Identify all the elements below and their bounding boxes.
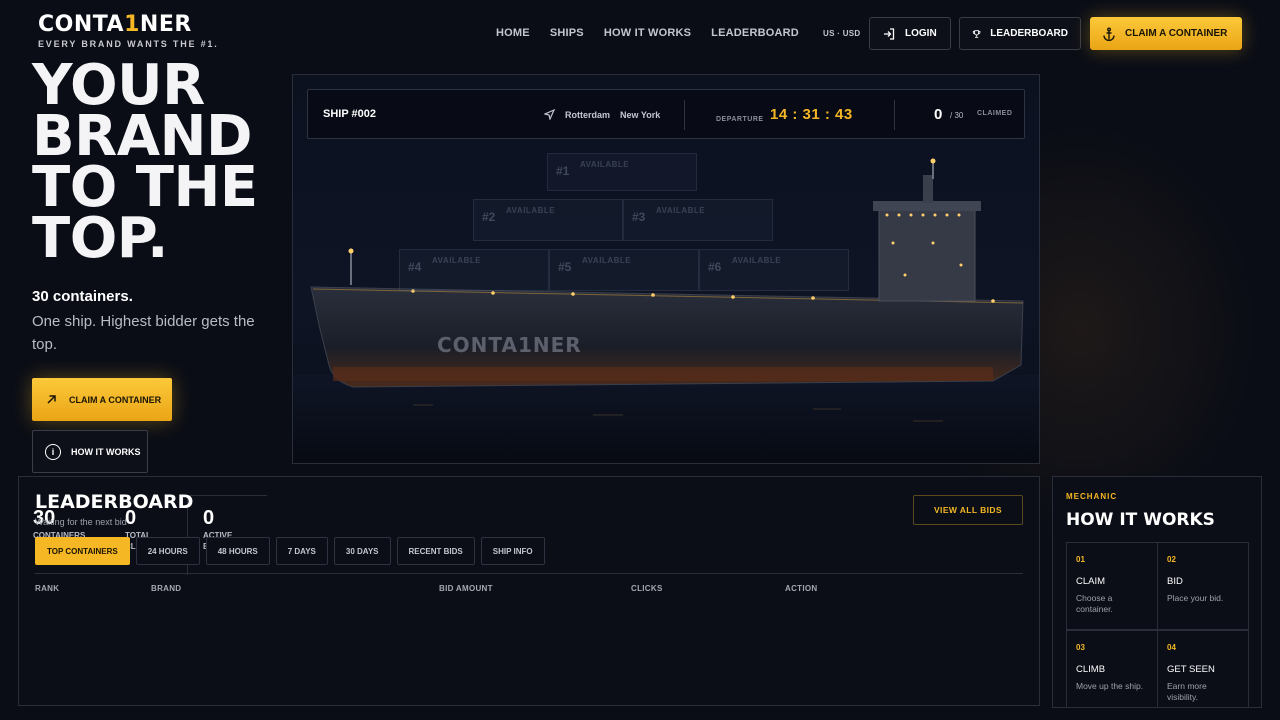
step-title: GET SEEN (1167, 664, 1215, 675)
step-title: BID (1167, 576, 1183, 587)
how-it-works-panel: MECHANIC HOW IT WORKS 01 CLAIM Choose a … (1052, 476, 1262, 708)
slot-status: AVAILABLE (582, 256, 632, 265)
step-number: 02 (1167, 555, 1176, 564)
tab-recent-bids[interactable]: RECENT BIDS (396, 537, 475, 565)
tab-48-hours[interactable]: 48 HOURS (205, 537, 270, 565)
hero-subtitle-bold: 30 containers. (32, 288, 133, 305)
step-title: CLIMB (1076, 664, 1106, 675)
step-description: Choose a container. (1076, 593, 1113, 614)
table-divider (35, 573, 1023, 574)
leaderboard-title: LEADERBOARD (35, 491, 194, 513)
ship-route: Rotterdam New York (544, 109, 660, 120)
departure-label: DEPARTURE (716, 116, 764, 123)
hero-title: YOUR BRAND TO THE TOP. (32, 53, 258, 271)
claim-container-button[interactable]: CLAIM A CONTAINER (1090, 17, 1242, 50)
slot-status: AVAILABLE (656, 206, 706, 215)
tab-7-days[interactable]: 7 DAYS (275, 537, 328, 565)
slot-number: #2 (482, 210, 496, 224)
hero-claim-label: CLAIM A CONTAINER (69, 394, 162, 405)
arrow-up-right-icon (47, 395, 56, 404)
claimed-label: CLAIMED (977, 110, 1013, 117)
leaderboard-button-label: LEADERBOARD (990, 28, 1068, 39)
container-slot[interactable]: #3 AVAILABLE (623, 199, 773, 241)
login-icon (884, 27, 895, 40)
navigation-icon (544, 109, 555, 120)
hero-how-label: HOW IT WORKS (71, 446, 141, 457)
claimed-total: / 30 (950, 111, 964, 120)
slot-status: AVAILABLE (432, 256, 482, 265)
slot-status: AVAILABLE (506, 206, 556, 215)
nav-leaderboard[interactable]: LEADERBOARD (711, 27, 799, 39)
departure-timer: 14 : 31 : 43 (770, 106, 853, 123)
column-brand: BRAND (151, 584, 182, 593)
column-action: ACTION (785, 584, 818, 593)
leaderboard-tabs: TOP CONTAINERS 24 HOURS 48 HOURS 7 DAYS … (35, 537, 545, 565)
logo-wordmark: CONTA1NER (38, 12, 192, 37)
trophy-icon (972, 29, 981, 38)
step-claim: 01 CLAIM Choose a container. (1066, 542, 1158, 630)
container-slot[interactable]: #6 AVAILABLE (699, 249, 849, 291)
logo[interactable]: CONTA1NER EVERY BRAND WANTS THE #1. (38, 12, 219, 49)
step-number: 01 (1076, 555, 1085, 564)
container-slot[interactable]: #5 AVAILABLE (549, 249, 699, 291)
step-bid: 02 BID Place your bid. (1157, 542, 1249, 630)
slot-number: #5 (558, 260, 572, 274)
hero-claim-button[interactable]: CLAIM A CONTAINER (32, 378, 172, 421)
logo-tagline: EVERY BRAND WANTS THE #1. (38, 39, 219, 49)
step-climb: 03 CLIMB Move up the ship. (1066, 630, 1158, 707)
claim-container-label: CLAIM A CONTAINER (1125, 28, 1228, 39)
login-button[interactable]: LOGIN (869, 17, 951, 50)
nav-ships[interactable]: SHIPS (550, 27, 584, 39)
step-title: CLAIM (1076, 576, 1106, 587)
leaderboard-subtitle: Waiting for the next bid (35, 517, 127, 527)
container-slot[interactable]: #4 AVAILABLE (399, 249, 549, 291)
anchor-icon (1103, 27, 1115, 41)
nav-how-it-works[interactable]: HOW IT WORKS (604, 27, 691, 39)
locale-selector[interactable]: US · USD (823, 29, 861, 38)
slot-number: #1 (556, 164, 570, 178)
step-description: Place your bid. (1167, 593, 1224, 603)
tab-24-hours[interactable]: 24 HOURS (135, 537, 200, 565)
step-number: 03 (1076, 643, 1085, 652)
column-rank: RANK (35, 584, 60, 593)
container-slot[interactable]: #2 AVAILABLE (473, 199, 623, 241)
slot-status: AVAILABLE (580, 160, 630, 169)
view-all-bids-button[interactable]: VIEW ALL BIDS (913, 495, 1023, 525)
step-description: Earn more visibility. (1167, 681, 1207, 702)
login-label: LOGIN (905, 28, 937, 39)
route-destination: New York (620, 109, 661, 120)
step-get-seen: 04 GET SEEN Earn more visibility. (1157, 630, 1249, 707)
column-bid-amount: BID AMOUNT (439, 584, 493, 593)
main-nav: HOME SHIPS HOW IT WORKS LEADERBOARD (496, 27, 799, 39)
hull-brand-text: CONTA1NER (437, 333, 582, 357)
ship-info-bar: SHIP #002 Rotterdam New York DEPARTURE 1… (307, 89, 1025, 139)
step-description: Move up the ship. (1076, 681, 1144, 691)
how-title: HOW IT WORKS (1066, 510, 1215, 530)
ship-id: SHIP #002 (323, 108, 377, 120)
nav-home[interactable]: HOME (496, 27, 530, 39)
slot-number: #4 (408, 260, 422, 274)
tab-top-containers[interactable]: TOP CONTAINERS (35, 537, 130, 565)
tab-30-days[interactable]: 30 DAYS (333, 537, 391, 565)
step-number: 04 (1167, 643, 1176, 652)
tab-ship-info[interactable]: SHIP INFO (480, 537, 545, 565)
hero-subtitle: One ship. Highest bidder gets the top. (32, 313, 255, 353)
divider (894, 100, 895, 130)
leaderboard-button[interactable]: LEADERBOARD (959, 17, 1081, 50)
how-kicker: MECHANIC (1066, 492, 1118, 501)
slot-status: AVAILABLE (732, 256, 782, 265)
hero-how-button[interactable]: i HOW IT WORKS (32, 430, 148, 473)
slot-number: #6 (708, 260, 722, 274)
container-slot[interactable]: #1 AVAILABLE (547, 153, 697, 191)
route-origin: Rotterdam (565, 109, 611, 120)
divider (684, 100, 685, 130)
claimed-count: 0 (934, 106, 943, 123)
stat-value: 0 (203, 507, 215, 529)
slot-number: #3 (632, 210, 646, 224)
column-clicks: CLICKS (631, 584, 663, 593)
ship-panel: #1 AVAILABLE #2 AVAILABLE #3 AVAILABLE #… (292, 74, 1040, 464)
leaderboard-panel: 30 CONTAINERS 0 TOTAL CLICKS 0 ACTIVE BR… (18, 476, 1040, 706)
info-icon: i (45, 443, 61, 460)
